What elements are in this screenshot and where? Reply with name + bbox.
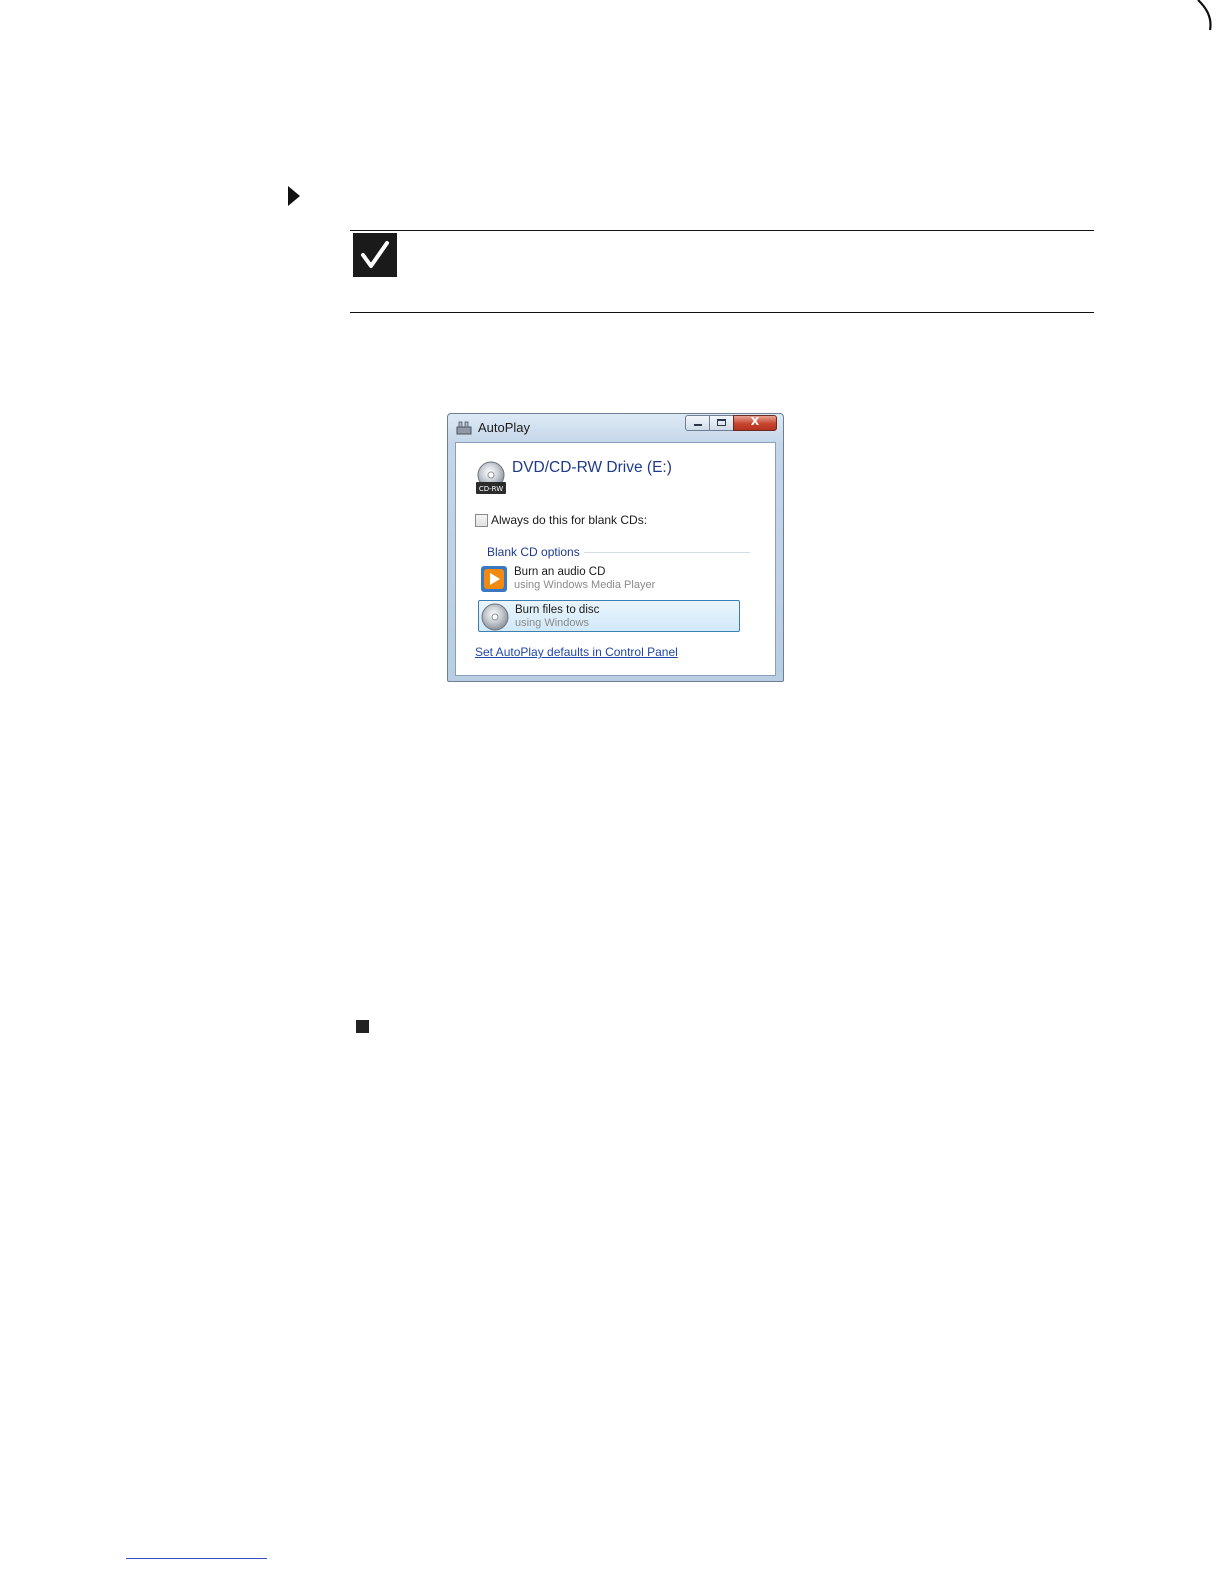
option-burn-files-to-disc[interactable]: Burn files to disc using Windows (478, 600, 740, 632)
minimize-button[interactable] (685, 415, 710, 431)
always-do-this-label[interactable]: Always do this for blank CDs: (491, 513, 647, 527)
close-button[interactable]: X (733, 415, 777, 431)
note-bottom-rule (350, 312, 1094, 313)
important-checkmark-icon (353, 233, 397, 277)
close-icon: X (750, 415, 760, 428)
autoplay-window: AutoPlay X CD-RW DVD/CD-RW Drive (E:) Al… (447, 413, 784, 682)
always-do-this-checkbox[interactable] (475, 514, 488, 527)
option-subtitle: using Windows Media Player (514, 579, 656, 591)
option-title: Burn files to disc (515, 604, 600, 616)
procedure-arrow-icon (288, 186, 300, 206)
option-title: Burn an audio CD (514, 566, 606, 578)
autoplay-icon (456, 421, 472, 435)
window-title: AutoPlay (478, 420, 531, 435)
autoplay-defaults-link[interactable]: Set AutoPlay defaults in Control Panel (475, 645, 678, 659)
maximize-button[interactable] (709, 415, 734, 431)
procedure-end-icon (356, 1020, 369, 1033)
note-top-rule (350, 230, 1094, 231)
media-player-icon (481, 566, 507, 592)
options-heading: Blank CD options (487, 545, 580, 559)
minimize-icon (694, 424, 702, 426)
maximize-icon (717, 419, 726, 426)
footer-link-underline (126, 1558, 267, 1559)
disc-icon (481, 603, 509, 631)
dialog-content: CD-RW DVD/CD-RW Drive (E:) Always do thi… (455, 442, 776, 676)
drive-title: DVD/CD-RW Drive (E:) (512, 459, 672, 476)
option-subtitle: using Windows (515, 617, 589, 629)
options-divider (584, 552, 750, 553)
svg-text:CD-RW: CD-RW (479, 485, 503, 493)
cd-rw-drive-icon: CD-RW (476, 461, 506, 494)
option-burn-audio-cd[interactable]: Burn an audio CD using Windows Media Pla… (478, 563, 740, 595)
page-corner-curve (1197, 0, 1212, 31)
